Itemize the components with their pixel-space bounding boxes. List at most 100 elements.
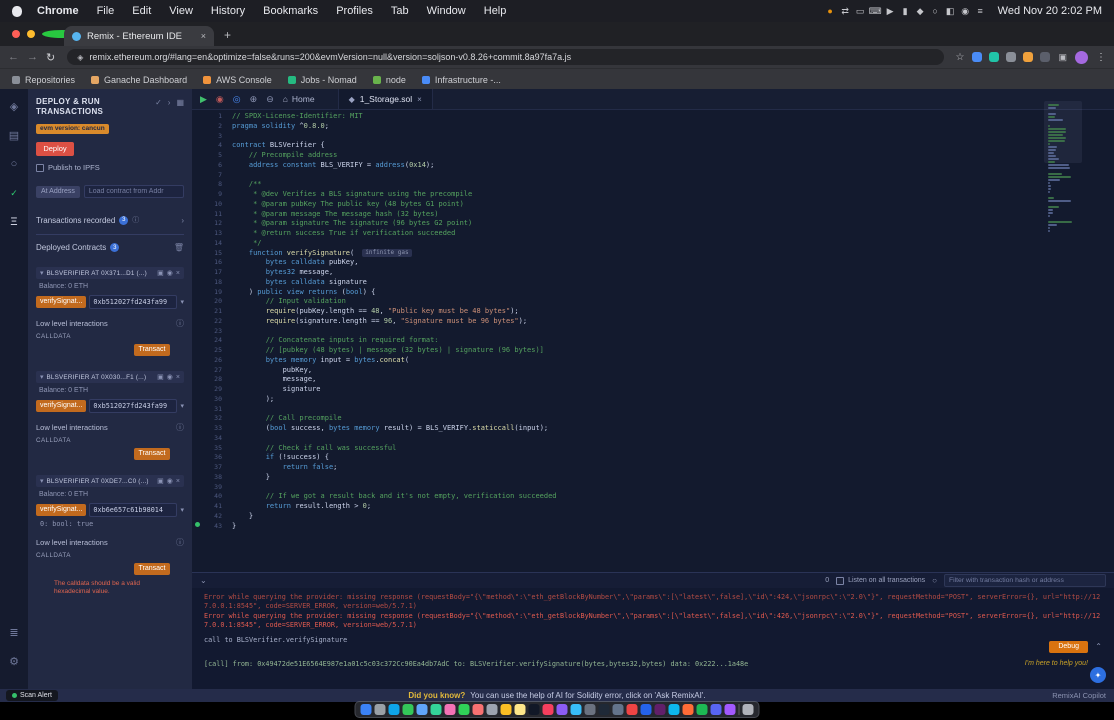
- line-number[interactable]: 1: [192, 112, 232, 122]
- zoom-in-icon[interactable]: ⊕: [250, 94, 258, 105]
- menu-item-file[interactable]: File: [88, 5, 124, 17]
- menu-item-window[interactable]: Window: [418, 5, 475, 17]
- bookmark-star-icon[interactable]: ☆: [956, 52, 965, 63]
- line-number[interactable]: 11: [192, 210, 232, 220]
- menu-item-chrome[interactable]: Chrome: [28, 5, 88, 17]
- screen-mirroring-icon[interactable]: ⇄: [838, 6, 853, 17]
- at-address-button[interactable]: At Address: [36, 185, 80, 198]
- line-number[interactable]: 18: [192, 278, 232, 288]
- dock-activity-monitor[interactable]: [612, 704, 624, 715]
- pin-icon[interactable]: ◉: [167, 477, 173, 485]
- dock-docker[interactable]: [668, 704, 680, 715]
- chevron-up-icon[interactable]: ⌃: [1095, 642, 1102, 651]
- remix-logo[interactable]: ◈: [5, 97, 23, 115]
- notification-icon[interactable]: ≡: [973, 6, 988, 16]
- address-bar[interactable]: ◈ remix.ethereum.org/#lang=en&optimize=f…: [67, 49, 944, 65]
- info-icon[interactable]: ⓘ: [132, 215, 139, 225]
- zoom-out-icon[interactable]: ⊖: [266, 94, 274, 105]
- bookmark-item[interactable]: Ganache Dashboard: [91, 75, 187, 85]
- close-file-icon[interactable]: ×: [417, 95, 422, 104]
- chevron-down-icon[interactable]: ▾: [180, 402, 184, 410]
- line-number[interactable]: 39: [192, 483, 232, 493]
- new-tab-button[interactable]: +: [224, 28, 231, 42]
- line-number[interactable]: 2: [192, 122, 232, 132]
- apple-menu-icon[interactable]: [12, 5, 22, 17]
- dock-photos[interactable]: [444, 704, 456, 715]
- transact-button[interactable]: Transact: [134, 344, 170, 356]
- record-icon[interactable]: ◉: [216, 94, 224, 105]
- spotlight-icon[interactable]: ○: [928, 6, 943, 16]
- pin-icon[interactable]: ◉: [167, 269, 173, 277]
- line-number[interactable]: 5: [192, 151, 232, 161]
- dock-launchpad[interactable]: [374, 704, 386, 715]
- editor-minimap[interactable]: [1044, 101, 1082, 254]
- settings-icon[interactable]: ⚙: [5, 652, 23, 670]
- line-number[interactable]: 4: [192, 141, 232, 151]
- control-center-icon[interactable]: ◧: [943, 6, 958, 17]
- bookmark-item[interactable]: Infrastructure -...: [421, 75, 501, 85]
- browser-tab[interactable]: Remix - Ethereum IDE ×: [64, 26, 214, 46]
- dock-mail[interactable]: [416, 704, 428, 715]
- bookmark-item[interactable]: Jobs - Nomad: [287, 75, 357, 85]
- remix-ai-bubble[interactable]: ✦: [1090, 667, 1106, 683]
- expand-caret-icon[interactable]: ▾: [40, 269, 44, 277]
- dock-finder[interactable]: [360, 704, 372, 715]
- display-icon[interactable]: ▭: [853, 6, 868, 17]
- remove-contract-icon[interactable]: ×: [176, 374, 180, 381]
- line-number[interactable]: 38: [192, 473, 232, 483]
- dock-vscode[interactable]: [640, 704, 652, 715]
- run-script-icon[interactable]: ▶: [200, 94, 207, 105]
- function-args-value[interactable]: 0xb512027fd243fa99: [89, 295, 178, 309]
- line-number[interactable]: 40: [192, 492, 232, 502]
- debug-button[interactable]: Debug: [1049, 641, 1088, 653]
- transact-button[interactable]: Transact: [134, 563, 170, 575]
- line-number[interactable]: 8: [192, 180, 232, 190]
- extension-dark[interactable]: [1040, 52, 1051, 62]
- dock-reminders[interactable]: [500, 704, 512, 715]
- line-number[interactable]: 12: [192, 219, 232, 229]
- line-number[interactable]: 36: [192, 453, 232, 463]
- line-number[interactable]: 3: [192, 132, 232, 142]
- line-number[interactable]: 20: [192, 297, 232, 307]
- line-number[interactable]: 30: [192, 395, 232, 405]
- wifi-icon[interactable]: ◆: [913, 6, 928, 17]
- browser-menu-icon[interactable]: ⋮: [1096, 52, 1106, 63]
- dock-safari[interactable]: [388, 704, 400, 715]
- chevron-down-icon[interactable]: ▾: [180, 506, 184, 514]
- bookmark-item[interactable]: node: [372, 75, 406, 85]
- remove-contract-icon[interactable]: ×: [176, 478, 180, 485]
- function-args-value[interactable]: 0xb512027fd243fa99: [89, 399, 178, 413]
- url-text[interactable]: remix.ethereum.org/#lang=en&optimize=fal…: [89, 52, 571, 62]
- dock-settings[interactable]: [584, 704, 596, 715]
- terminal-collapse-icon[interactable]: ⌄: [200, 576, 207, 585]
- chevron-down-icon[interactable]: ▾: [180, 298, 184, 306]
- deploy-button[interactable]: Deploy: [36, 142, 74, 156]
- line-number[interactable]: 42: [192, 512, 232, 522]
- recording-indicator[interactable]: ●: [823, 6, 838, 16]
- delete-all-icon[interactable]: 🗑: [174, 243, 184, 252]
- line-number[interactable]: 6: [192, 161, 232, 171]
- line-number[interactable]: 25: [192, 346, 232, 356]
- line-number[interactable]: 7: [192, 171, 232, 181]
- terminal-log[interactable]: Error while querying the provider: missi…: [192, 588, 1114, 676]
- line-number[interactable]: 31: [192, 405, 232, 415]
- home-tab[interactable]: ⌂ Home: [283, 94, 315, 104]
- menu-item-history[interactable]: History: [202, 5, 254, 17]
- compiler-icon[interactable]: ✓: [5, 184, 23, 202]
- menu-item-edit[interactable]: Edit: [123, 5, 160, 17]
- line-number[interactable]: 37: [192, 463, 232, 473]
- extension-blue[interactable]: [972, 52, 983, 62]
- search-icon[interactable]: ○: [5, 155, 23, 173]
- dock-discord[interactable]: [710, 704, 722, 715]
- contract-header[interactable]: ▾ BLSVERIFIER AT 0XDE7...C0 (...) ▣ ◉ ×: [36, 475, 184, 487]
- line-number[interactable]: 26: [192, 356, 232, 366]
- play-icon[interactable]: ▶: [883, 6, 898, 17]
- dock-chrome[interactable]: [626, 704, 638, 715]
- line-number[interactable]: 27: [192, 366, 232, 376]
- info-icon[interactable]: ⓘ: [176, 318, 184, 329]
- line-number[interactable]: 28: [192, 375, 232, 385]
- listen-all-checkbox[interactable]: [836, 576, 845, 585]
- dock-tv[interactable]: [528, 704, 540, 715]
- line-number[interactable]: 15: [192, 249, 232, 259]
- line-number[interactable]: 23: [192, 327, 232, 337]
